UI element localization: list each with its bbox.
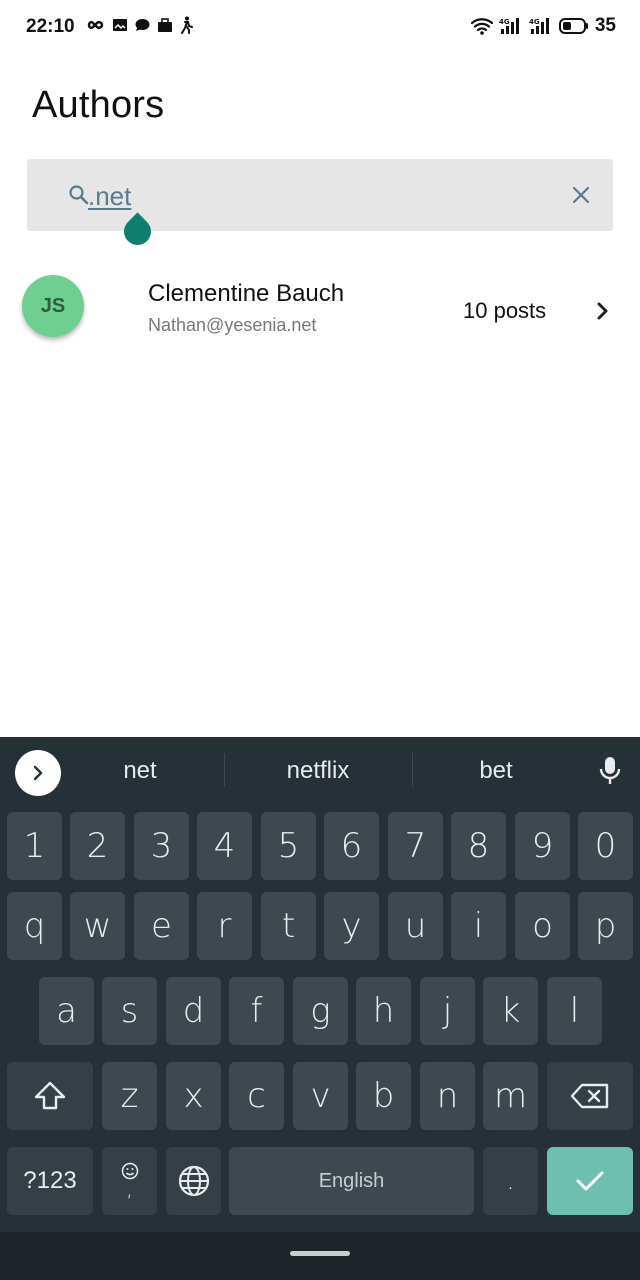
keyboard-menu-button[interactable] <box>15 750 61 796</box>
emoji-comma-key[interactable]: , <box>102 1147 157 1215</box>
briefcase-icon <box>158 18 172 32</box>
key-t[interactable]: t <box>261 892 316 960</box>
search-input[interactable]: .net <box>88 181 131 212</box>
suggestion-3[interactable]: bet <box>446 757 546 785</box>
key-c[interactable]: c <box>229 1062 284 1130</box>
key-y[interactable]: y <box>324 892 379 960</box>
chevron-right-icon <box>33 765 43 781</box>
suggestion-divider <box>412 753 413 787</box>
key-v[interactable]: v <box>293 1062 348 1130</box>
key-g[interactable]: g <box>293 977 348 1045</box>
period-key[interactable]: . <box>483 1147 538 1215</box>
microphone-icon[interactable] <box>598 756 622 786</box>
walking-icon <box>181 16 193 34</box>
key-h[interactable]: h <box>356 977 411 1045</box>
key-k[interactable]: k <box>483 977 538 1045</box>
shift-icon <box>34 1081 66 1110</box>
suggestion-2[interactable]: netflix <box>258 757 378 785</box>
key-x[interactable]: x <box>166 1062 221 1130</box>
key-2[interactable]: 2 <box>70 812 125 880</box>
chat-icon <box>135 19 150 31</box>
suggestion-bar: net netflix bet <box>0 737 640 805</box>
comma-label: , <box>126 1177 133 1202</box>
key-l[interactable]: l <box>547 977 602 1045</box>
chevron-right-icon <box>597 302 608 320</box>
key-7[interactable]: 7 <box>388 812 443 880</box>
key-j[interactable]: j <box>420 977 475 1045</box>
checkmark-icon <box>576 1171 604 1191</box>
keyboard: net netflix bet 1 2 3 4 5 6 7 8 9 0 q w … <box>0 737 640 1280</box>
key-o[interactable]: o <box>515 892 570 960</box>
svg-text:4G: 4G <box>529 18 540 26</box>
key-p[interactable]: p <box>578 892 633 960</box>
symbols-key[interactable]: ?123 <box>7 1147 93 1215</box>
key-6[interactable]: 6 <box>324 812 379 880</box>
infinity-icon <box>87 20 104 30</box>
status-left-icons <box>84 16 193 34</box>
key-d[interactable]: d <box>166 977 221 1045</box>
author-name: Clementine Bauch <box>148 280 345 307</box>
key-m[interactable]: m <box>483 1062 538 1130</box>
signal-4g-icon: 4G <box>499 18 519 34</box>
avatar: JS <box>22 275 84 337</box>
battery-icon <box>558 18 588 34</box>
shift-key[interactable] <box>7 1062 93 1130</box>
wifi-icon <box>470 18 493 35</box>
backspace-key[interactable] <box>547 1062 633 1130</box>
key-w[interactable]: w <box>70 892 125 960</box>
close-icon[interactable] <box>569 183 593 207</box>
key-3[interactable]: 3 <box>134 812 189 880</box>
backspace-icon <box>570 1083 609 1109</box>
status-bar: 22:10 4G 4G 35 <box>0 0 640 56</box>
author-email: Nathan@yesenia.net <box>148 315 317 335</box>
suggestion-1[interactable]: net <box>90 757 190 785</box>
key-8[interactable]: 8 <box>451 812 506 880</box>
key-q[interactable]: q <box>7 892 62 960</box>
globe-icon <box>178 1165 209 1197</box>
key-4[interactable]: 4 <box>197 812 252 880</box>
key-r[interactable]: r <box>197 892 252 960</box>
suggestion-divider <box>224 753 225 787</box>
space-key[interactable]: English <box>229 1147 474 1215</box>
svg-text:4G: 4G <box>499 18 510 26</box>
key-z[interactable]: z <box>102 1062 157 1130</box>
signal-4g-icon: 4G <box>529 18 549 34</box>
done-key[interactable] <box>547 1147 633 1215</box>
language-key[interactable] <box>166 1147 221 1215</box>
key-f[interactable]: f <box>229 977 284 1045</box>
status-time: 22:10 <box>26 16 75 37</box>
home-indicator[interactable] <box>290 1251 350 1256</box>
author-post-count: 10 posts <box>463 298 547 323</box>
key-1[interactable]: 1 <box>7 812 62 880</box>
key-b[interactable]: b <box>356 1062 411 1130</box>
key-0[interactable]: 0 <box>578 812 633 880</box>
status-right-icons: 4G 4G 35 <box>470 15 616 37</box>
key-i[interactable]: i <box>451 892 506 960</box>
battery-level: 35 <box>594 15 616 36</box>
author-list-item[interactable]: JS Clementine Bauch Nathan@yesenia.net 1… <box>0 260 640 360</box>
key-e[interactable]: e <box>134 892 189 960</box>
navigation-bar <box>0 1232 640 1280</box>
key-5[interactable]: 5 <box>261 812 316 880</box>
key-9[interactable]: 9 <box>515 812 570 880</box>
key-n[interactable]: n <box>420 1062 475 1130</box>
key-a[interactable]: a <box>39 977 94 1045</box>
page-title: Authors <box>32 84 165 126</box>
picture-icon <box>113 19 127 31</box>
key-s[interactable]: s <box>102 977 157 1045</box>
key-u[interactable]: u <box>388 892 443 960</box>
